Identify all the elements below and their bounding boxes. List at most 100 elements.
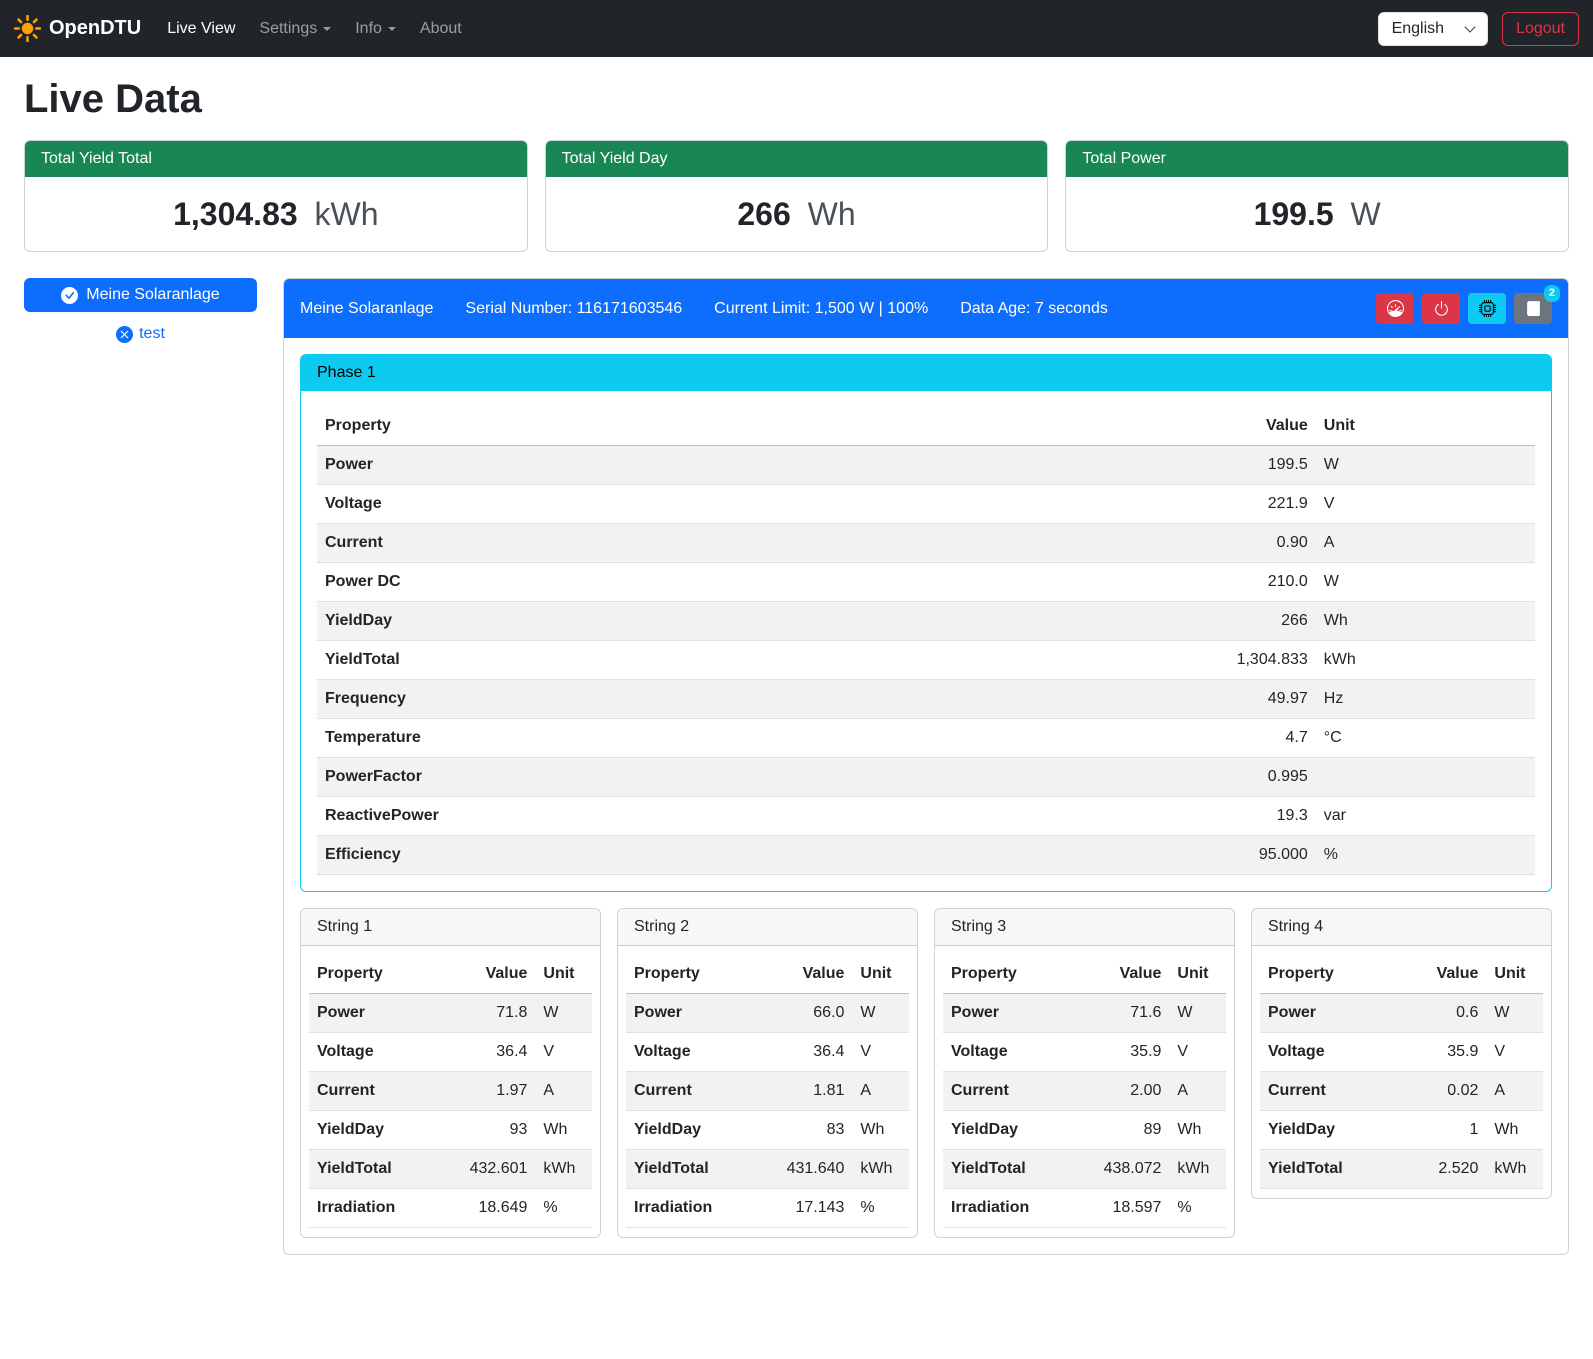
inverter-card-header: Meine Solaranlage Serial Number: 1161716…	[284, 279, 1568, 338]
row-unit: V	[1169, 1033, 1226, 1072]
nav-info[interactable]: Info	[347, 12, 404, 46]
limit-settings-button[interactable]	[1376, 293, 1414, 324]
row-value: 438.072	[1085, 1150, 1170, 1189]
string-3-card: String 3 Property Value Unit	[934, 908, 1235, 1238]
row-value: 210.0	[1170, 563, 1316, 602]
row-value: 2.00	[1085, 1072, 1170, 1111]
row-property: Voltage	[309, 1033, 451, 1072]
table-row: YieldDay 93 Wh	[309, 1111, 592, 1150]
column-header-value: Value	[1085, 955, 1170, 994]
selected-inverter-button[interactable]: Meine Solaranlage	[24, 278, 257, 312]
row-property: YieldTotal	[1260, 1150, 1402, 1189]
row-unit: W	[535, 994, 592, 1033]
row-property: Current	[309, 1072, 451, 1111]
row-value: 95.000	[1170, 836, 1316, 875]
column-header-value: Value	[451, 955, 536, 994]
table-row: Voltage 35.9 V	[1260, 1033, 1543, 1072]
total-yield-day-unit: Wh	[808, 196, 856, 232]
row-value: 0.90	[1170, 524, 1316, 563]
row-unit: A	[535, 1072, 592, 1111]
device-info-button[interactable]	[1468, 293, 1506, 324]
nav-settings[interactable]: Settings	[251, 12, 339, 46]
row-unit: var	[1316, 797, 1535, 836]
top-navbar: OpenDTU Live View Settings Info About En…	[0, 0, 1593, 57]
row-property: YieldDay	[309, 1111, 451, 1150]
row-value: 18.649	[451, 1189, 536, 1228]
row-value: 0.6	[1402, 994, 1487, 1033]
table-row: YieldDay 266 Wh	[317, 602, 1535, 641]
row-value: 0.02	[1402, 1072, 1487, 1111]
string-2-card: String 2 Property Value Unit	[617, 908, 918, 1238]
row-property: Temperature	[317, 719, 1170, 758]
row-property: Voltage	[626, 1033, 768, 1072]
row-unit: kWh	[1316, 641, 1535, 680]
column-header-unit: Unit	[1169, 955, 1226, 994]
row-unit: kWh	[852, 1150, 909, 1189]
row-unit: kWh	[535, 1150, 592, 1189]
row-unit: Hz	[1316, 680, 1535, 719]
nav-about[interactable]: About	[412, 12, 470, 46]
power-button[interactable]	[1422, 293, 1460, 324]
table-row: PowerFactor 0.995	[317, 758, 1535, 797]
inverter-item-test[interactable]: test	[24, 325, 257, 343]
row-property: YieldDay	[626, 1111, 768, 1150]
total-power-unit: W	[1351, 196, 1381, 232]
row-property: Efficiency	[317, 836, 1170, 875]
logout-button[interactable]: Logout	[1502, 12, 1579, 46]
row-value: 266	[1170, 602, 1316, 641]
row-value: 199.5	[1170, 446, 1316, 485]
table-row: Power 66.0 W	[626, 994, 909, 1033]
column-header-unit: Unit	[535, 955, 592, 994]
brand[interactable]: OpenDTU	[14, 15, 141, 42]
chevron-down-icon	[1464, 21, 1475, 32]
inverter-data-age: Data Age: 7 seconds	[960, 300, 1108, 318]
summary-cards: Total Yield Total 1,304.83 kWh Total Yie…	[24, 140, 1569, 252]
row-unit: W	[1316, 563, 1535, 602]
total-yield-day-card: Total Yield Day 266 Wh	[545, 140, 1049, 252]
phase-1-table: Property Value Unit Power	[317, 407, 1535, 875]
column-header-property: Property	[309, 955, 451, 994]
row-value: 66.0	[768, 994, 853, 1033]
row-unit: V	[1316, 485, 1535, 524]
inverter-limit: Current Limit: 1,500 W | 100%	[714, 300, 928, 318]
events-count-badge: 2	[1544, 285, 1560, 302]
row-property: YieldTotal	[317, 641, 1170, 680]
row-property: Voltage	[317, 485, 1170, 524]
total-yield-total-value: 1,304.83	[173, 196, 298, 232]
column-header-unit: Unit	[1486, 955, 1543, 994]
inverter-serial: Serial Number: 116171603546	[465, 300, 682, 318]
column-header-property: Property	[1260, 955, 1402, 994]
row-property: Power	[309, 994, 451, 1033]
row-unit: %	[1316, 836, 1535, 875]
table-row: YieldTotal 438.072 kWh	[943, 1150, 1226, 1189]
row-unit: A	[1316, 524, 1535, 563]
speedometer-icon	[1387, 300, 1404, 317]
phase-1-card: Phase 1 Property Value Unit	[300, 354, 1552, 892]
inverter-selector: Meine Solaranlage test	[24, 278, 257, 343]
language-select[interactable]: English	[1378, 12, 1488, 46]
card-title: Total Power	[1066, 141, 1568, 177]
inverter-test-label: test	[139, 325, 165, 343]
row-unit: A	[1486, 1072, 1543, 1111]
row-value: 432.601	[451, 1150, 536, 1189]
nav-live-view[interactable]: Live View	[159, 12, 243, 46]
row-value: 1	[1402, 1111, 1487, 1150]
power-icon	[1433, 300, 1450, 317]
table-row: ReactivePower 19.3 var	[317, 797, 1535, 836]
row-unit: Wh	[852, 1111, 909, 1150]
row-property: Voltage	[1260, 1033, 1402, 1072]
table-row: Power 71.6 W	[943, 994, 1226, 1033]
row-unit: kWh	[1169, 1150, 1226, 1189]
column-header-value: Value	[1170, 407, 1316, 446]
sun-logo-icon	[14, 15, 41, 42]
column-header-property: Property	[943, 955, 1085, 994]
event-log-button[interactable]: 2	[1514, 293, 1552, 324]
string-4-card: String 4 Property Value Unit	[1251, 908, 1552, 1199]
table-row: Voltage 35.9 V	[943, 1033, 1226, 1072]
table-row: Current 1.81 A	[626, 1072, 909, 1111]
caret-down-icon	[388, 27, 396, 31]
row-property: Power	[317, 446, 1170, 485]
table-row: Irradiation 18.597 %	[943, 1189, 1226, 1228]
row-unit: V	[1486, 1033, 1543, 1072]
row-unit: Wh	[535, 1111, 592, 1150]
